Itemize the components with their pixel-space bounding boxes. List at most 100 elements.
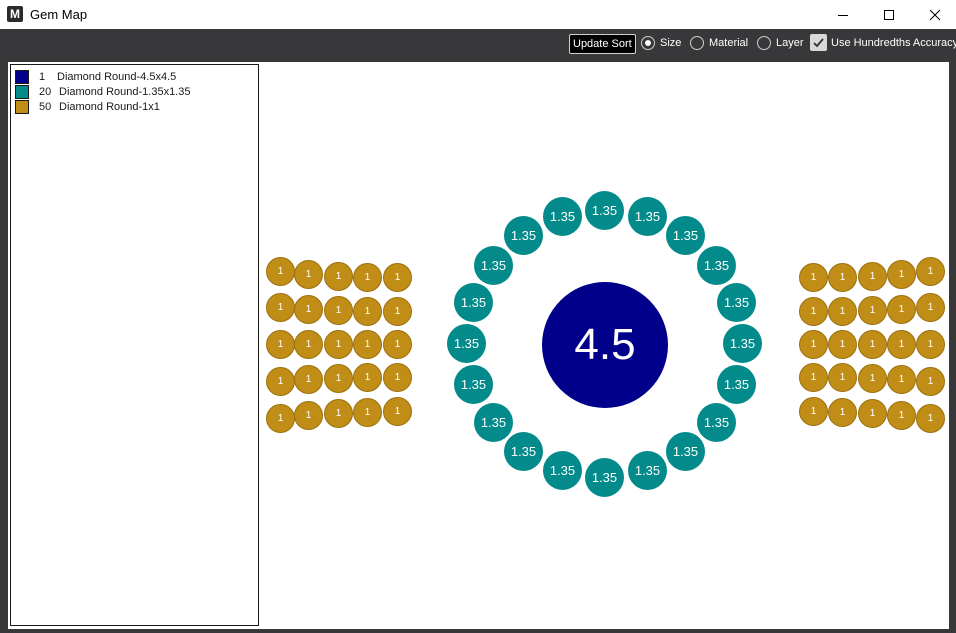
minimize-button[interactable] [820, 0, 866, 29]
ring-gem[interactable]: 1.35 [666, 432, 705, 471]
side-gem[interactable]: 1 [353, 263, 382, 292]
center-gem[interactable]: 4.5 [542, 282, 668, 408]
sort-size-label[interactable]: Size [660, 37, 681, 50]
ring-gem[interactable]: 1.35 [447, 324, 486, 363]
hundredths-accuracy-label[interactable]: Use Hundredths Accuracy [831, 37, 956, 50]
ring-gem[interactable]: 1.35 [717, 283, 756, 322]
side-gem[interactable]: 1 [266, 330, 295, 359]
side-gem-label: 1 [898, 269, 905, 280]
ring-gem[interactable]: 1.35 [474, 246, 513, 285]
side-gem[interactable]: 1 [324, 399, 353, 428]
side-gem[interactable]: 1 [383, 330, 412, 359]
legend-name: Diamond Round-1.35x1.35 [59, 86, 191, 98]
ring-gem[interactable]: 1.35 [628, 451, 667, 490]
side-gem[interactable]: 1 [383, 397, 412, 426]
hundredths-accuracy-checkbox[interactable] [810, 34, 827, 51]
side-gem[interactable]: 1 [266, 404, 295, 433]
side-gem[interactable]: 1 [353, 363, 382, 392]
side-gem[interactable]: 1 [294, 260, 323, 289]
side-gem[interactable]: 1 [294, 401, 323, 430]
side-gem[interactable]: 1 [858, 399, 887, 428]
close-button[interactable] [912, 0, 956, 29]
side-gem[interactable]: 1 [858, 364, 887, 393]
side-gem[interactable]: 1 [799, 263, 828, 292]
side-gem-label: 1 [335, 373, 342, 384]
side-gem[interactable]: 1 [799, 363, 828, 392]
side-gem[interactable]: 1 [916, 330, 945, 359]
side-gem[interactable]: 1 [294, 365, 323, 394]
side-gem[interactable]: 1 [799, 397, 828, 426]
side-gem[interactable]: 1 [353, 398, 382, 427]
sort-size-radio[interactable] [641, 36, 655, 50]
ring-gem[interactable]: 1.35 [717, 365, 756, 404]
side-gem[interactable]: 1 [353, 330, 382, 359]
ring-gem[interactable]: 1.35 [723, 324, 762, 363]
side-gem[interactable]: 1 [828, 363, 857, 392]
maximize-button[interactable] [866, 0, 912, 29]
side-gem[interactable]: 1 [887, 401, 916, 430]
side-gem[interactable]: 1 [828, 398, 857, 427]
ring-gem[interactable]: 1.35 [504, 216, 543, 255]
sort-layer-label[interactable]: Layer [776, 37, 804, 50]
side-gem[interactable]: 1 [799, 330, 828, 359]
side-gem[interactable]: 1 [858, 330, 887, 359]
side-gem[interactable]: 1 [916, 257, 945, 286]
side-gem[interactable]: 1 [266, 293, 295, 322]
ring-gem[interactable]: 1.35 [454, 365, 493, 404]
side-gem[interactable]: 1 [383, 263, 412, 292]
ring-gem[interactable]: 1.35 [666, 216, 705, 255]
side-gem-label: 1 [394, 339, 401, 350]
ring-gem[interactable]: 1.35 [585, 458, 624, 497]
side-gem[interactable]: 1 [858, 262, 887, 291]
ring-gem[interactable]: 1.35 [543, 451, 582, 490]
side-gem[interactable]: 1 [266, 257, 295, 286]
side-gem[interactable]: 1 [383, 363, 412, 392]
update-sort-button[interactable]: Update Sort [569, 34, 636, 54]
sort-layer-radio[interactable] [757, 36, 771, 50]
side-gem[interactable]: 1 [324, 364, 353, 393]
side-gem[interactable]: 1 [887, 260, 916, 289]
ring-gem[interactable]: 1.35 [628, 197, 667, 236]
side-gem-label: 1 [927, 339, 934, 350]
side-gem[interactable]: 1 [324, 262, 353, 291]
side-gem[interactable]: 1 [858, 296, 887, 325]
side-gem[interactable]: 1 [799, 297, 828, 326]
side-gem-label: 1 [277, 339, 284, 350]
side-gem-label: 1 [898, 410, 905, 421]
side-gem[interactable]: 1 [353, 297, 382, 326]
side-gem[interactable]: 1 [266, 367, 295, 396]
side-gem[interactable]: 1 [383, 297, 412, 326]
side-gem[interactable]: 1 [887, 365, 916, 394]
side-gem[interactable]: 1 [916, 404, 945, 433]
sort-material-label[interactable]: Material [709, 37, 748, 50]
side-gem[interactable]: 1 [916, 367, 945, 396]
side-gem[interactable]: 1 [294, 330, 323, 359]
side-gem[interactable]: 1 [916, 293, 945, 322]
side-gem[interactable]: 1 [324, 330, 353, 359]
ring-gem[interactable]: 1.35 [474, 403, 513, 442]
ring-gem[interactable]: 1.35 [504, 432, 543, 471]
ring-gem[interactable]: 1.35 [697, 403, 736, 442]
ring-gem-label: 1.35 [672, 444, 699, 459]
side-gem[interactable]: 1 [887, 295, 916, 324]
side-gem[interactable]: 1 [887, 330, 916, 359]
side-gem-label: 1 [927, 376, 934, 387]
ring-gem-label: 1.35 [634, 463, 661, 478]
side-gem[interactable]: 1 [294, 295, 323, 324]
ring-gem-label: 1.35 [703, 258, 730, 273]
toolbar: Update Sort Size Material Layer Use Hund… [0, 29, 956, 59]
ring-gem[interactable]: 1.35 [543, 197, 582, 236]
ring-gem-label: 1.35 [549, 209, 576, 224]
sort-material-radio[interactable] [690, 36, 704, 50]
side-gem[interactable]: 1 [324, 296, 353, 325]
ring-gem[interactable]: 1.35 [697, 246, 736, 285]
side-gem-label: 1 [810, 339, 817, 350]
ring-gem[interactable]: 1.35 [585, 191, 624, 230]
ring-gem[interactable]: 1.35 [454, 283, 493, 322]
side-gem-label: 1 [898, 339, 905, 350]
side-gem[interactable]: 1 [828, 263, 857, 292]
side-gem-label: 1 [869, 339, 876, 350]
side-gem[interactable]: 1 [828, 330, 857, 359]
side-gem[interactable]: 1 [828, 297, 857, 326]
side-gem-label: 1 [839, 339, 846, 350]
